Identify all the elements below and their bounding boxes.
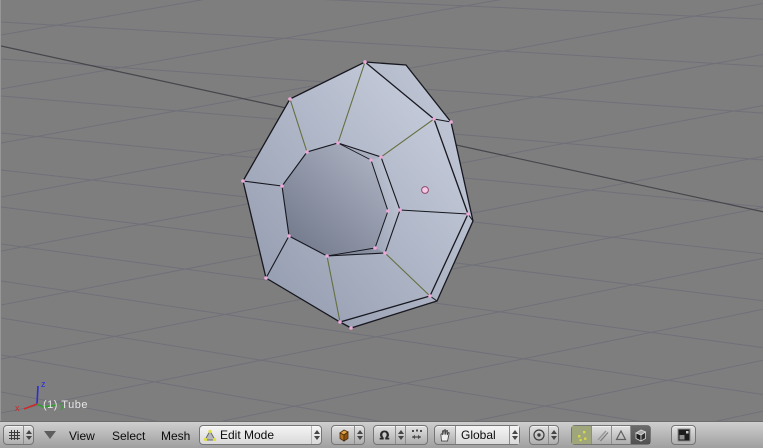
hand-icon: [440, 428, 450, 441]
occlude-geometry-toggle[interactable]: [630, 426, 650, 444]
object-center-dot: [421, 186, 429, 194]
mode-selector-value: Edit Mode: [220, 428, 275, 442]
stepper-down-icon: [313, 436, 320, 440]
proportional-falloff-icon: [530, 426, 548, 444]
viewport-3d[interactable]: z x y (1) Tube: [0, 0, 763, 421]
proportional-selector[interactable]: [529, 425, 559, 445]
manipulator-toggle[interactable]: [435, 426, 455, 444]
stepper-up-icon: [397, 430, 404, 434]
draw-type-selector[interactable]: [331, 425, 365, 445]
object-info-label: (1) Tube: [43, 399, 88, 411]
x-axis-line: [23, 403, 38, 410]
pivot-stepper[interactable]: [395, 426, 405, 444]
editor-type-stepper[interactable]: [23, 426, 33, 444]
x-axis-label: x: [15, 403, 20, 413]
stepper-up-icon: [550, 430, 557, 434]
z-axis-line: [36, 385, 39, 405]
select-mode-group: [571, 425, 651, 445]
triangle-down-icon: [44, 431, 56, 439]
orientation-selector[interactable]: Global: [455, 426, 509, 444]
editor-type-selector[interactable]: [3, 425, 34, 445]
stepper-down-icon: [511, 436, 518, 440]
mode-selector-stepper[interactable]: [311, 426, 321, 444]
edge-select-button[interactable]: [591, 426, 611, 444]
vertex-dots-icon: [577, 431, 587, 442]
render-image-icon: [677, 428, 690, 442]
blender-3d-view-window: z x y (1) Tube View Select Mesh Edit Mod…: [0, 0, 763, 448]
menu-mesh[interactable]: Mesh: [161, 429, 190, 443]
mesh-svg: [241, 60, 474, 330]
stepper-up-icon: [356, 430, 363, 434]
manipulator-group: Global: [434, 425, 520, 445]
solid-draw-icon: [332, 426, 354, 444]
stepper-down-icon: [397, 436, 404, 440]
vertex-select-button[interactable]: [572, 426, 592, 444]
edge-line-icon: [597, 430, 609, 442]
stepper-down-icon: [25, 436, 32, 440]
menu-collapse-toggle[interactable]: [44, 431, 56, 439]
stepper-down-icon: [550, 436, 557, 440]
mesh-object-tube[interactable]: [241, 60, 474, 330]
z-axis-label: z: [41, 379, 46, 389]
stepper-down-icon: [356, 436, 363, 440]
occlude-cube-icon: [635, 429, 647, 442]
mode-selector[interactable]: Edit Mode: [199, 425, 322, 445]
stepper-up-icon: [25, 430, 32, 434]
view3d-header: View Select Mesh Edit Mode Ω Global: [0, 421, 763, 448]
stepper-up-icon: [313, 430, 320, 434]
pivot-group: Ω: [373, 425, 428, 445]
stepper-up-icon: [511, 430, 518, 434]
face-select-button[interactable]: [610, 426, 631, 444]
orientation-value: Global: [461, 428, 496, 442]
render-preview-button[interactable]: [671, 425, 696, 445]
edit-mode-triangle-icon: [200, 426, 220, 444]
grid-icon: [4, 426, 23, 444]
menu-view[interactable]: View: [69, 429, 95, 443]
orientation-stepper[interactable]: [509, 426, 519, 444]
draw-type-stepper[interactable]: [354, 426, 364, 444]
proportional-stepper[interactable]: [548, 426, 558, 444]
axis-gizmo: z x y: [15, 379, 65, 413]
face-triangle-icon: [615, 429, 627, 441]
rotate-pivot-icon[interactable]: Ω: [374, 426, 395, 444]
move-centers-toggle[interactable]: [405, 426, 427, 444]
svg-text:Ω: Ω: [379, 428, 389, 442]
move-centers-icon: [412, 429, 422, 440]
menu-select[interactable]: Select: [112, 429, 145, 443]
